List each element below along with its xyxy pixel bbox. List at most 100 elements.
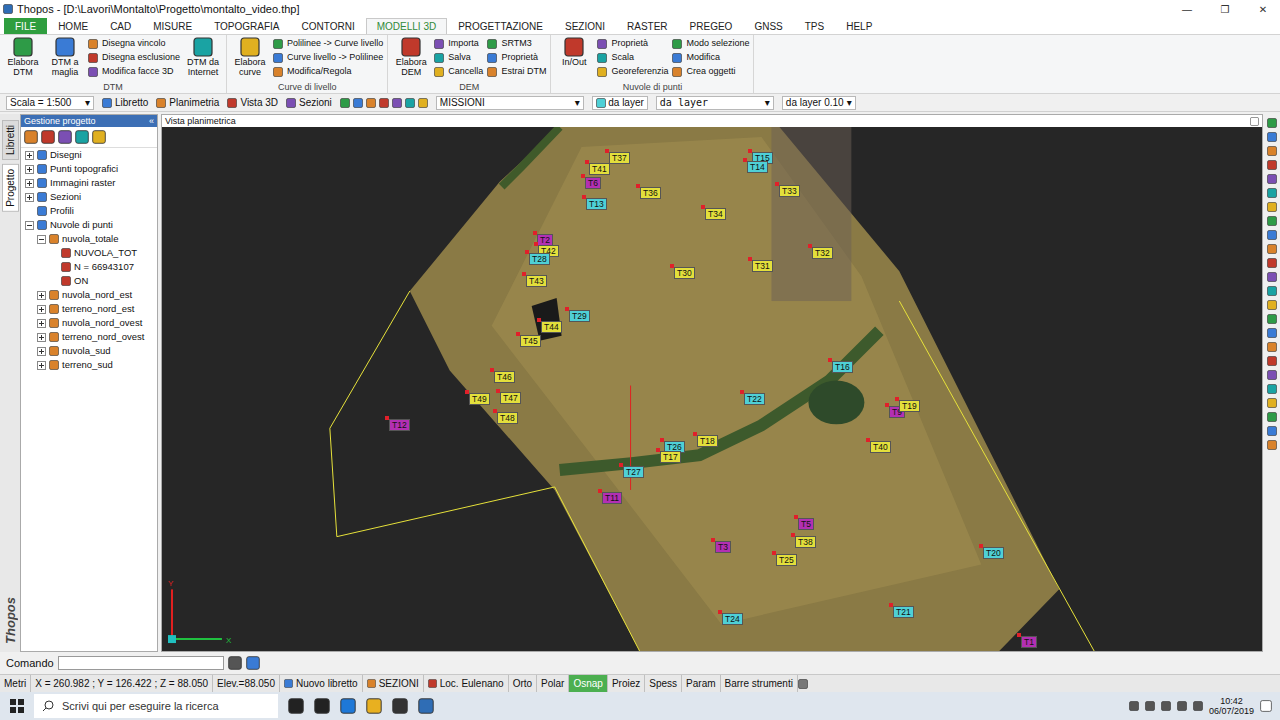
ribbon-large-button[interactable]: DTM da Internet xyxy=(184,37,222,77)
survey-pin[interactable]: T41 xyxy=(585,160,610,175)
survey-pin[interactable]: T46 xyxy=(490,368,515,383)
ribbon-small-button[interactable]: Salva xyxy=(434,51,483,64)
ribbon-small-button[interactable]: Polilinee -> Curve livello xyxy=(273,37,383,50)
survey-pin[interactable]: T32 xyxy=(808,244,833,259)
survey-pin[interactable]: T19 xyxy=(895,397,920,412)
survey-pin[interactable]: T31 xyxy=(748,257,773,272)
survey-pin[interactable]: T12 xyxy=(385,416,410,431)
ribbon-large-button[interactable]: Elabora DTM xyxy=(4,37,42,77)
survey-pin[interactable]: T37 xyxy=(605,149,630,164)
survey-pin[interactable]: T28 xyxy=(525,250,550,265)
expand-icon[interactable] xyxy=(25,165,34,174)
menu-tab[interactable]: CONTORNI xyxy=(291,18,366,34)
ribbon-small-button[interactable]: Modifica/Regola xyxy=(273,65,383,78)
tree-item[interactable]: terreno_sud xyxy=(21,358,157,372)
view-button[interactable]: Vista 3D xyxy=(227,97,278,108)
tree-item[interactable]: nuvola_totale xyxy=(21,232,157,246)
tree-item[interactable]: Nuvole di punti xyxy=(21,218,157,232)
side-tab[interactable]: Progetto xyxy=(2,164,19,212)
survey-pin[interactable]: T22 xyxy=(740,390,765,405)
status-toggle[interactable]: Osnap xyxy=(569,675,607,692)
layer-select[interactable]: MISSIONI▾ xyxy=(436,96,584,110)
window-control[interactable]: ❐ xyxy=(1208,4,1242,15)
map-canvas[interactable]: YXT37T41T6T13T36T15T14T33T34T32T31T30T2T… xyxy=(162,127,1262,651)
menu-tab[interactable]: PROGETTAZIONE xyxy=(447,18,554,34)
ribbon-small-button[interactable]: Disegna vincolo xyxy=(88,37,180,50)
expand-icon[interactable] xyxy=(25,179,34,188)
tree-item[interactable]: Sezioni xyxy=(21,190,157,204)
ribbon-small-button[interactable]: SRTM3 xyxy=(487,37,546,50)
ribbon-large-button[interactable]: Elabora DEM xyxy=(392,37,430,77)
survey-pin[interactable]: T20 xyxy=(979,544,1004,559)
survey-pin[interactable]: T34 xyxy=(701,205,726,220)
menu-tab[interactable]: MISURE xyxy=(142,18,203,34)
survey-pin[interactable]: T47 xyxy=(496,389,521,404)
survey-pin[interactable]: T18 xyxy=(693,432,718,447)
tree-item[interactable]: Immagini raster xyxy=(21,176,157,190)
menu-tab[interactable]: TOPOGRAFIA xyxy=(203,18,290,34)
status-toggle[interactable]: Param xyxy=(682,675,720,692)
clock[interactable]: 10:4206/07/2019 xyxy=(1209,696,1254,716)
menu-tab[interactable]: FILE xyxy=(4,18,47,34)
survey-pin[interactable]: T27 xyxy=(619,463,644,478)
ribbon-large-button[interactable]: DTM a maglia xyxy=(46,37,84,77)
ribbon-small-button[interactable]: Proprietà xyxy=(487,51,546,64)
survey-pin[interactable]: T11 xyxy=(598,489,622,504)
status-toggle[interactable]: Barre strumenti xyxy=(721,675,798,692)
survey-pin[interactable]: T29 xyxy=(565,307,590,322)
tree-item[interactable]: Punti topografici xyxy=(21,162,157,176)
menu-tab[interactable]: CAD xyxy=(99,18,142,34)
survey-pin[interactable]: T30 xyxy=(670,264,695,279)
color-select[interactable]: da layer xyxy=(592,96,648,110)
survey-pin[interactable]: T24 xyxy=(718,610,743,625)
view-button[interactable]: Planimetria xyxy=(156,97,219,108)
ribbon-small-button[interactable]: Estrai DTM xyxy=(487,65,546,78)
ribbon-small-button[interactable]: Importa xyxy=(434,37,483,50)
expand-icon[interactable] xyxy=(37,361,46,370)
menu-tab[interactable]: HELP xyxy=(835,18,883,34)
status-item[interactable]: Loc. Eulenano xyxy=(424,675,509,692)
windows-start-icon[interactable] xyxy=(10,699,24,713)
status-item[interactable]: SEZIONI xyxy=(363,675,424,692)
expand-icon[interactable] xyxy=(37,319,46,328)
collapse-icon[interactable] xyxy=(37,235,46,244)
survey-pin[interactable]: T14 xyxy=(743,158,768,173)
ribbon-small-button[interactable]: Disegna esclusione xyxy=(88,51,180,64)
survey-pin[interactable]: T38 xyxy=(791,533,816,548)
ribbon-small-button[interactable]: Modifica facce 3D xyxy=(88,65,180,78)
linetype-select[interactable]: da layer▾ xyxy=(656,96,774,110)
menu-tab[interactable]: RASTER xyxy=(616,18,679,34)
tree-item[interactable]: nuvola_sud xyxy=(21,344,157,358)
survey-pin[interactable]: T16 xyxy=(828,358,853,373)
status-toggle[interactable]: Proiez xyxy=(608,675,645,692)
view-button[interactable]: Sezioni xyxy=(286,97,332,108)
tree-item[interactable]: nuvola_nord_ovest xyxy=(21,316,157,330)
ribbon-small-button[interactable]: Scala xyxy=(597,51,668,64)
expand-icon[interactable] xyxy=(25,193,34,202)
menu-tab[interactable]: HOME xyxy=(47,18,99,34)
side-tab[interactable]: Libretti xyxy=(2,120,19,160)
taskbar-search[interactable]: Scrivi qui per eseguire la ricerca xyxy=(34,694,278,718)
ribbon-small-button[interactable]: Modo selezione xyxy=(672,37,749,50)
status-toggle[interactable]: Polar xyxy=(537,675,569,692)
survey-pin[interactable]: T40 xyxy=(866,438,891,453)
tree-item[interactable]: NUVOLA_TOT xyxy=(21,246,157,260)
survey-pin[interactable]: T25 xyxy=(772,551,797,566)
command-input[interactable] xyxy=(58,656,224,670)
status-item[interactable]: Nuovo libretto xyxy=(280,675,363,692)
survey-pin[interactable]: T36 xyxy=(636,184,661,199)
menu-tab[interactable]: TPS xyxy=(794,18,835,34)
survey-pin[interactable]: T43 xyxy=(522,272,547,287)
tree-item[interactable]: terreno_nord_est xyxy=(21,302,157,316)
survey-pin[interactable]: T17 xyxy=(656,448,681,463)
survey-pin[interactable]: T3 xyxy=(711,538,731,553)
view-button[interactable]: Libretto xyxy=(102,97,148,108)
expand-icon[interactable] xyxy=(37,347,46,356)
ribbon-small-button[interactable]: Cancella xyxy=(434,65,483,78)
tree-item[interactable]: Disegni xyxy=(21,148,157,162)
survey-pin[interactable]: T33 xyxy=(775,182,800,197)
ribbon-small-button[interactable]: Modifica xyxy=(672,51,749,64)
survey-pin[interactable]: T48 xyxy=(493,409,518,424)
tree-item[interactable]: N = 66943107 xyxy=(21,260,157,274)
ribbon-small-button[interactable]: Crea oggetti xyxy=(672,65,749,78)
